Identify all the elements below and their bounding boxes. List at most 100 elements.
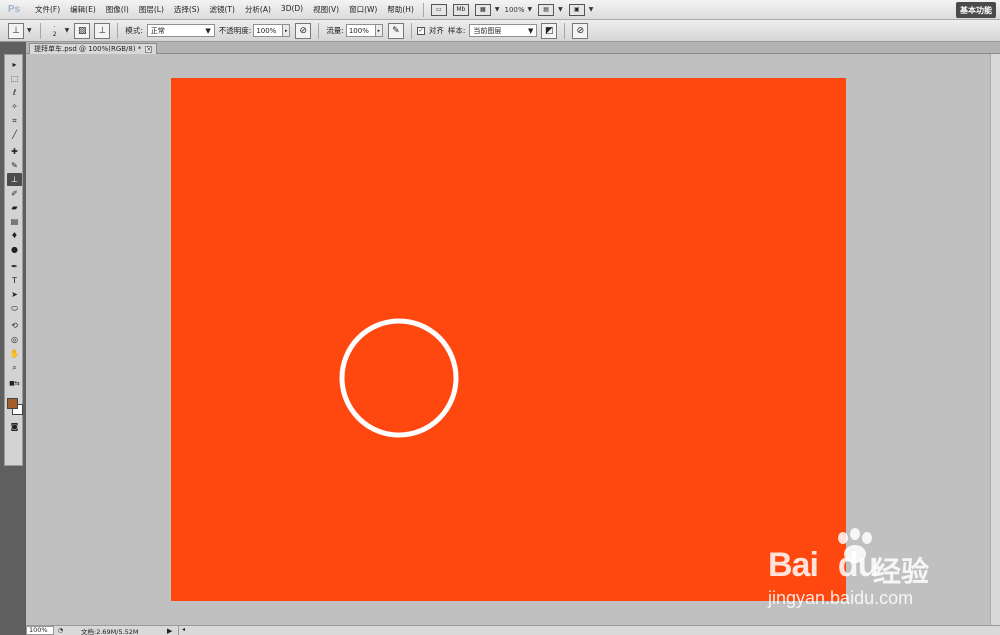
watermark-url: jingyan.baidu.com bbox=[768, 588, 914, 608]
chevron-down-icon: ▼ bbox=[527, 26, 534, 35]
pen-tool-icon[interactable]: ✒ bbox=[7, 260, 22, 273]
menu-items: 文件(F) 编辑(E) 图像(I) 图层(L) 选择(S) 滤镜(T) 分析(A… bbox=[30, 4, 419, 15]
toggle-brush-panel-icon[interactable]: ▧ bbox=[74, 22, 91, 39]
status-menu-arrow-icon[interactable]: ▶ bbox=[167, 627, 176, 635]
menu-window[interactable]: 窗口(W) bbox=[344, 4, 382, 15]
horizontal-scrollbar[interactable]: ◂ bbox=[178, 626, 1000, 635]
lasso-tool-icon[interactable]: ℓ bbox=[7, 86, 22, 99]
menu-image[interactable]: 图像(I) bbox=[101, 4, 134, 15]
hand-tool-icon[interactable]: ✋ bbox=[7, 347, 22, 360]
document-tab-bar: 提拜单车.psd @ 100%(RGB/8) * × bbox=[26, 42, 1000, 54]
sample-select[interactable]: 当前图层 ▼ bbox=[469, 24, 538, 37]
zoom-tool-icon[interactable]: ⌕ bbox=[7, 361, 22, 374]
tools-panel: ▸ ⬚ ℓ ✧ ⌗ ╱ ✚ ✎ ⊥ ✐ ▰ ▤ ♦ ● ✒ T ➤ ⬭ ⟲ ◎ … bbox=[0, 42, 26, 635]
airbrush-icon[interactable]: ✎ bbox=[387, 22, 404, 39]
sample-value: 当前图层 bbox=[473, 26, 502, 35]
document-size-info: 文档:2.69M/5.52M bbox=[81, 627, 139, 635]
circle-outline bbox=[339, 318, 459, 438]
3d-orbit-tool-icon[interactable]: ◎ bbox=[7, 333, 22, 346]
menu-file[interactable]: 文件(F) bbox=[30, 4, 65, 15]
menu-3d[interactable]: 3D(D) bbox=[276, 4, 308, 15]
chevron-down-icon[interactable]: ▼ bbox=[558, 6, 563, 13]
menu-help[interactable]: 帮助(H) bbox=[382, 4, 419, 15]
opacity-field[interactable]: 100% bbox=[253, 24, 284, 37]
menu-select[interactable]: 选择(S) bbox=[169, 4, 205, 15]
launch-bridge-icon[interactable]: ▭ bbox=[430, 3, 447, 16]
menu-edit[interactable]: 编辑(E) bbox=[65, 4, 101, 15]
toggle-clone-source-panel-icon[interactable]: ⊥ bbox=[94, 22, 111, 39]
menu-bar: Ps 文件(F) 编辑(E) 图像(I) 图层(L) 选择(S) 滤镜(T) 分… bbox=[0, 0, 1000, 20]
menu-filter[interactable]: 滤镜(T) bbox=[205, 4, 240, 15]
flow-slider-arrow-icon[interactable]: ▸ bbox=[375, 24, 383, 37]
aligned-label: 对齐 bbox=[428, 26, 444, 35]
brush-size-picker[interactable]: · 2 bbox=[46, 23, 64, 39]
options-separator bbox=[410, 22, 412, 39]
vertical-scrollbar[interactable] bbox=[990, 54, 1000, 625]
jingyan-label: 经验 bbox=[873, 555, 930, 588]
menu-analysis[interactable]: 分析(A) bbox=[240, 4, 276, 15]
flow-field[interactable]: 100% bbox=[345, 24, 376, 37]
history-brush-tool-icon[interactable]: ✐ bbox=[7, 187, 22, 200]
brush-size-value: 2 bbox=[52, 30, 57, 38]
eyedropper-tool-icon[interactable]: ╱ bbox=[7, 128, 22, 141]
pressure-size-icon[interactable]: ⊘ bbox=[572, 22, 589, 39]
shape-tool-icon[interactable]: ⬭ bbox=[7, 302, 22, 315]
chevron-down-icon[interactable]: ▼ bbox=[65, 27, 70, 34]
brush-dot-icon: · bbox=[53, 23, 56, 31]
document-tab-title: 提拜单车.psd @ 100%(RGB/8) * bbox=[34, 45, 142, 53]
menu-view[interactable]: 视图(V) bbox=[308, 4, 344, 15]
swap-colors-icon[interactable]: ■⇆ bbox=[7, 377, 22, 390]
opacity-slider-arrow-icon[interactable]: ▸ bbox=[283, 24, 291, 37]
options-separator bbox=[564, 22, 566, 39]
canvas-artwork bbox=[339, 318, 459, 438]
mini-bridge-label: Mb bbox=[456, 6, 466, 13]
move-tool-icon[interactable]: ▸ bbox=[7, 58, 22, 71]
arrange-documents-icon[interactable]: ▤ bbox=[538, 3, 555, 16]
sample-label: 样本: bbox=[447, 26, 466, 35]
photoshop-window: Ps 文件(F) 编辑(E) 图像(I) 图层(L) 选择(S) 滤镜(T) 分… bbox=[0, 0, 1000, 635]
chevron-down-icon[interactable]: ▼ bbox=[495, 6, 500, 13]
status-zoom-field[interactable]: 100% bbox=[26, 626, 54, 635]
baidu-logo-du: du bbox=[837, 546, 879, 584]
mini-bridge-icon[interactable]: Mb bbox=[452, 3, 469, 16]
menu-layer[interactable]: 图层(L) bbox=[134, 4, 169, 15]
status-options-icon[interactable]: ◔ bbox=[56, 626, 65, 635]
document-canvas[interactable] bbox=[171, 78, 846, 601]
chevron-down-icon[interactable]: ▼ bbox=[589, 6, 594, 13]
foreground-color-swatch[interactable] bbox=[7, 398, 18, 409]
chevron-down-icon: ▼ bbox=[205, 26, 211, 35]
eraser-tool-icon[interactable]: ▰ bbox=[7, 201, 22, 214]
pressure-opacity-icon[interactable]: ⊘ bbox=[295, 22, 312, 39]
chevron-down-icon[interactable]: ▼ bbox=[27, 27, 32, 34]
zoom-level[interactable]: 100% bbox=[505, 6, 525, 14]
dodge-tool-icon[interactable]: ● bbox=[7, 243, 22, 256]
aligned-checkbox[interactable]: ✓ bbox=[416, 26, 425, 35]
document-tab[interactable]: 提拜单车.psd @ 100%(RGB/8) * × bbox=[29, 43, 158, 54]
options-bar: ⊥ ▼ · 2 ▼ ▧ ⊥ 模式: 正常 ▼ 不透明度: 100% ▸ ⊘ 流量: 1… bbox=[0, 20, 1000, 42]
options-separator bbox=[318, 22, 320, 39]
quick-selection-tool-icon[interactable]: ✧ bbox=[7, 100, 22, 113]
options-separator bbox=[117, 22, 119, 39]
clone-stamp-preset-icon[interactable]: ⊥ bbox=[8, 22, 24, 39]
3d-rotate-tool-icon[interactable]: ⟲ bbox=[7, 319, 22, 332]
ignore-adjustment-layers-icon[interactable]: ◩ bbox=[541, 22, 558, 39]
brush-tool-icon[interactable]: ✎ bbox=[7, 159, 22, 172]
view-extras-icon[interactable]: ▦ bbox=[474, 3, 491, 16]
healing-brush-tool-icon[interactable]: ✚ bbox=[7, 145, 22, 158]
type-tool-icon[interactable]: T bbox=[7, 274, 22, 287]
screen-mode-icon[interactable]: ▣ bbox=[568, 3, 585, 16]
close-icon[interactable]: × bbox=[145, 45, 153, 53]
baidu-logo: Bai du bbox=[768, 546, 879, 585]
marquee-tool-icon[interactable]: ⬚ bbox=[7, 72, 22, 85]
quick-mask-icon[interactable]: ◙ bbox=[7, 420, 22, 433]
gradient-tool-icon[interactable]: ▤ bbox=[7, 215, 22, 228]
clone-stamp-tool-icon[interactable]: ⊥ bbox=[7, 173, 22, 186]
workspace-switcher-button[interactable]: 基本功能 bbox=[956, 2, 996, 18]
tools-list: ▸ ⬚ ℓ ✧ ⌗ ╱ ✚ ✎ ⊥ ✐ ▰ ▤ ♦ ● ✒ T ➤ ⬭ ⟲ ◎ … bbox=[4, 54, 23, 466]
chevron-down-icon[interactable]: ▼ bbox=[528, 6, 533, 13]
mode-select[interactable]: 正常 ▼ bbox=[146, 24, 215, 37]
blur-tool-icon[interactable]: ♦ bbox=[7, 229, 22, 242]
menu-separator bbox=[422, 2, 424, 17]
path-selection-tool-icon[interactable]: ➤ bbox=[7, 288, 22, 301]
crop-tool-icon[interactable]: ⌗ bbox=[7, 114, 22, 127]
